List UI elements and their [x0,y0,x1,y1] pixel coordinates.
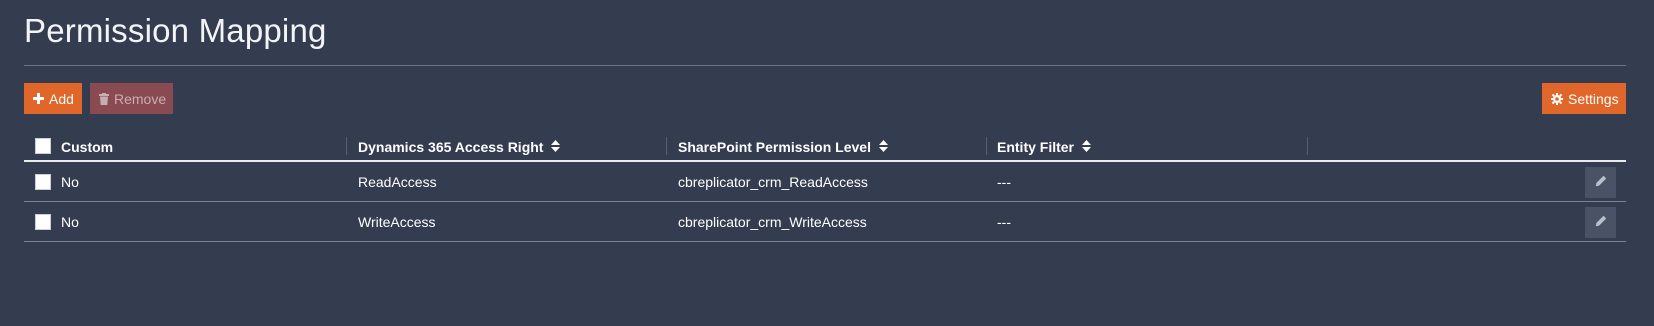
page-title: Permission Mapping [24,12,327,49]
plus-icon [33,93,44,104]
table-row[interactable]: No ReadAccess cbreplicator_crm_ReadAcces… [24,162,1626,202]
cell-access-right: ReadAccess [358,174,437,190]
settings-button[interactable]: Settings [1542,83,1626,114]
sort-icon[interactable] [878,139,888,155]
column-header-custom[interactable]: Custom [61,133,113,160]
add-button-label: Add [49,90,74,107]
column-label: SharePoint Permission Level [678,138,871,155]
add-button[interactable]: Add [24,83,82,114]
column-divider [986,137,987,155]
remove-button-label: Remove [114,90,167,107]
edit-button[interactable] [1585,167,1616,198]
column-divider [666,137,667,155]
row-checkbox[interactable] [35,174,51,190]
gear-icon [1551,92,1563,105]
cell-access-right: WriteAccess [358,214,436,230]
remove-button[interactable]: Remove [90,83,173,114]
toolbar: Add Remove Settings [24,83,1626,114]
column-label: Entity Filter [997,138,1075,155]
select-all-checkbox[interactable] [35,138,51,154]
title-divider [24,65,1626,66]
table-row[interactable]: No WriteAccess cbreplicator_crm_WriteAcc… [24,202,1626,242]
permission-mapping-page: Permission Mapping Add Remove Settings C… [0,0,1654,326]
cell-entity-filter: --- [997,214,1011,230]
column-header-permission-level[interactable]: SharePoint Permission Level [678,133,888,160]
table-header: Custom Dynamics 365 Access Right SharePo… [24,133,1626,162]
pencil-icon [1595,215,1607,230]
column-header-access-right[interactable]: Dynamics 365 Access Right [358,133,561,160]
edit-button[interactable] [1585,207,1616,238]
permission-table: Custom Dynamics 365 Access Right SharePo… [24,133,1626,242]
sort-icon[interactable] [1082,139,1092,155]
cell-permission-level: cbreplicator_crm_ReadAccess [678,174,868,190]
cell-permission-level: cbreplicator_crm_WriteAccess [678,214,867,230]
settings-button-label: Settings [1568,90,1619,107]
sort-icon[interactable] [551,139,561,155]
column-header-entity-filter[interactable]: Entity Filter [997,133,1092,160]
row-checkbox[interactable] [35,214,51,230]
cell-entity-filter: --- [997,174,1011,190]
column-label: Custom [61,138,114,155]
cell-custom: No [61,174,79,190]
cell-custom: No [61,214,79,230]
column-label: Dynamics 365 Access Right [358,138,544,155]
trash-icon [99,92,109,105]
pencil-icon [1595,175,1607,190]
column-divider [1307,137,1308,155]
column-divider [346,137,347,155]
